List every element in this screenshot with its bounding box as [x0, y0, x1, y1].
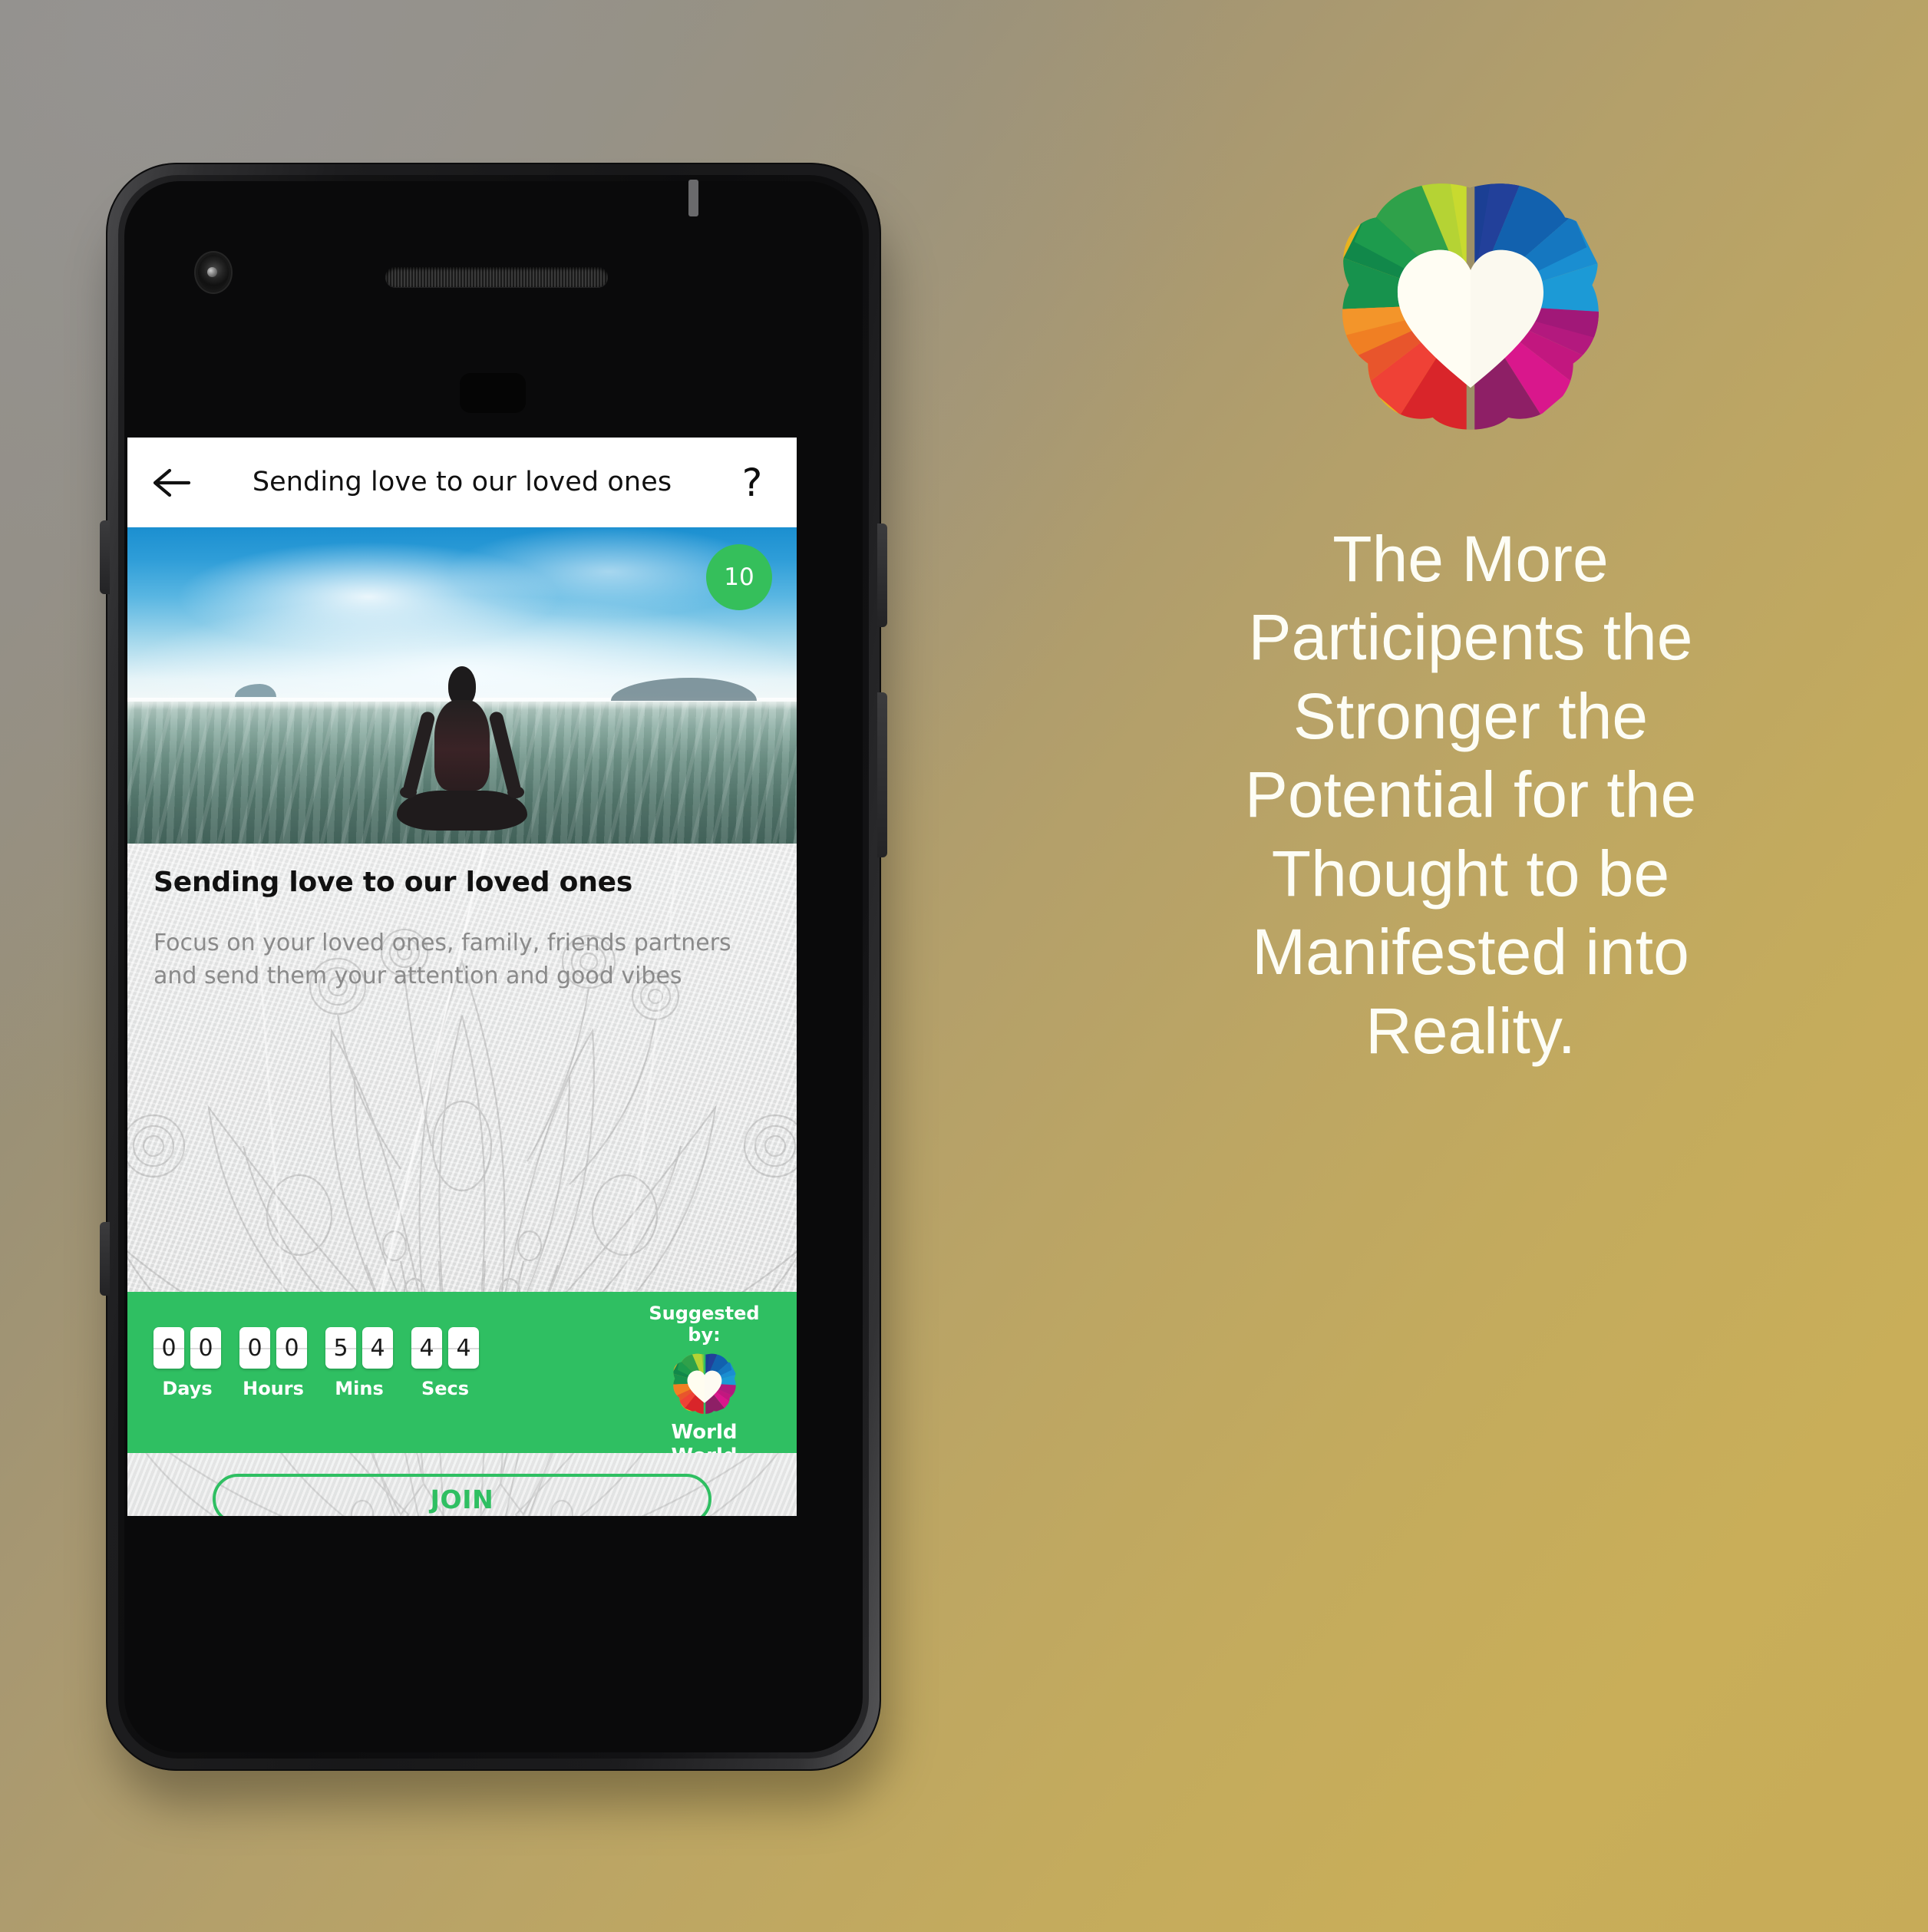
front-camera-icon	[198, 255, 229, 290]
suggested-by-name-line1: World	[671, 1421, 738, 1444]
phone-inner-frame: Sending love to our loved ones ? 10 Send…	[118, 175, 869, 1759]
left-side-button-top	[100, 520, 110, 594]
hours-label: Hours	[243, 1378, 304, 1399]
session-detail-panel: Sending love to our loved ones Focus on …	[127, 844, 797, 1292]
mins-digit-1: 5	[325, 1327, 356, 1369]
countdown-group-hours: 0 0 Hours	[239, 1327, 307, 1399]
days-digit-2: 0	[190, 1327, 221, 1369]
secs-digit-2: 4	[448, 1327, 479, 1369]
session-title: Sending love to our loved ones	[154, 867, 633, 898]
app-bar: Sending love to our loved ones ?	[127, 438, 797, 527]
power-button[interactable]	[877, 523, 887, 627]
phone-front-face: Sending love to our loved ones ? 10 Send…	[124, 180, 863, 1752]
left-side-button-bottom	[100, 1222, 110, 1296]
hours-digit-2: 0	[276, 1327, 307, 1369]
join-area: JOIN	[127, 1453, 797, 1516]
suggested-by-block: Suggested by: World	[632, 1292, 797, 1468]
countdown-group-secs: 4 4 Secs	[411, 1327, 479, 1399]
mins-label: Mins	[335, 1378, 384, 1399]
brand-panel: The More Participents the Stronger the P…	[1013, 0, 1928, 1932]
earpiece-speaker-icon	[385, 267, 608, 287]
hours-digit-1: 0	[239, 1327, 270, 1369]
proximity-sensor-icon	[460, 373, 526, 413]
page-title: Sending love to our loved ones	[252, 466, 672, 497]
brand-tagline: The More Participents the Stronger the P…	[1244, 523, 1697, 1067]
volume-button[interactable]	[877, 692, 887, 857]
session-hero-image: 10	[127, 527, 797, 844]
secs-label: Secs	[421, 1378, 470, 1399]
days-digit-1: 0	[154, 1327, 184, 1369]
countdown-footer-bar: 0 0 Days 0 0 Hours 5 4 Mins 4 4 Secs Sug…	[127, 1292, 797, 1468]
help-button[interactable]: ?	[728, 458, 777, 507]
phone-mockup: Sending love to our loved ones ? 10 Send…	[100, 163, 896, 1805]
arrow-left-icon	[153, 468, 191, 497]
countdown-group-mins: 5 4 Mins	[325, 1327, 393, 1399]
countdown-timer: 0 0 Days 0 0 Hours 5 4 Mins 4 4 Secs	[127, 1292, 632, 1399]
brain-heart-logo-icon	[1342, 183, 1599, 430]
mins-digit-2: 4	[362, 1327, 393, 1369]
secs-digit-1: 4	[411, 1327, 442, 1369]
phone-screen: Sending love to our loved ones ? 10 Send…	[127, 438, 797, 1516]
brain-heart-logo-icon	[672, 1353, 736, 1414]
meditating-person-silhouette	[389, 666, 535, 835]
session-text-block: Sending love to our loved ones Focus on …	[127, 844, 797, 992]
join-button[interactable]: JOIN	[213, 1474, 711, 1516]
countdown-group-days: 0 0 Days	[154, 1327, 221, 1399]
days-label: Days	[162, 1378, 213, 1399]
session-description: Focus on your loved ones, family, friend…	[154, 930, 731, 989]
back-button[interactable]	[147, 458, 196, 507]
poster-canvas: Sending love to our loved ones ? 10 Send…	[0, 0, 1928, 1932]
countdown-groups: 0 0 Days 0 0 Hours 5 4 Mins 4 4 Secs	[154, 1327, 632, 1399]
participants-count-badge: 10	[706, 544, 772, 610]
antenna-line	[688, 180, 698, 216]
suggested-by-label: Suggested by:	[649, 1303, 760, 1346]
phone-body: Sending love to our loved ones ? 10 Send…	[100, 163, 887, 1771]
